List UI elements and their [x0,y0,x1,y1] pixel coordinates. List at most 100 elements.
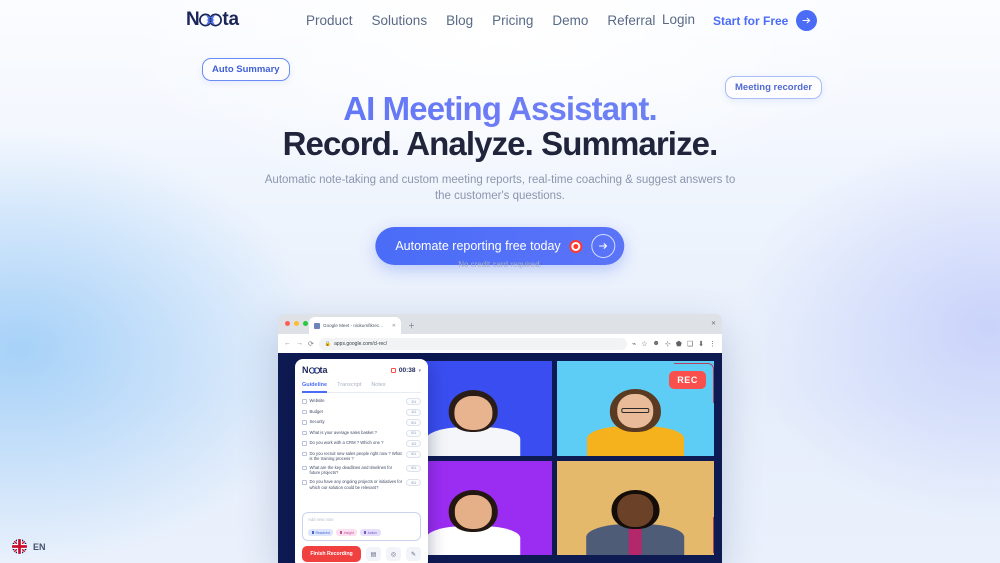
browser-nav-icons: ← → ⟳ [284,340,314,348]
reload-icon[interactable]: ⟳ [308,340,314,348]
browser-url-bar: ← → ⟳ 🔒 apps.google.com/cl-rec/ ⌁ ☆ ☻ ⊹ … [278,334,722,353]
tab-notes[interactable]: Notes [371,382,385,388]
checkbox-icon[interactable] [302,409,307,414]
trash-icon[interactable]: ▤ [366,547,381,561]
checklist-item[interactable]: What is your average sales basket ? 0/1 [302,429,421,437]
checklist-item[interactable]: Budget 1/1 [302,408,421,416]
nav-item-referral[interactable]: Referral [607,12,655,30]
guideline-checklist: Website 1/1 Budget 1/1 Security 0/1 What… [302,398,421,512]
plus-icon[interactable]: ＋ [408,321,415,331]
finish-recording-button[interactable]: Finish Recording [302,546,361,562]
tab-guideline[interactable]: Guideline [302,382,328,393]
checklist-item-tag: 0/1 [406,479,421,487]
checkbox-icon[interactable] [302,451,307,456]
nav-item-solutions[interactable]: Solutions [372,12,428,30]
brand-logo[interactable]: N ta [186,10,239,29]
recording-timer[interactable]: 00:38 ▾ [390,367,421,374]
app-icon[interactable]: ⬟ [676,340,682,348]
checklist-item-text: Security [309,419,325,424]
menu-icon[interactable]: ⋮ [709,340,716,348]
checkbox-icon[interactable] [302,441,307,446]
tab-favicon-icon [314,322,320,329]
video-tile[interactable] [557,460,714,555]
brand-logo-prefix: N [186,9,200,30]
checklist-item[interactable]: Do you recruit new sales people right no… [302,450,421,462]
language-selector[interactable]: EN [12,539,46,554]
top-navigation: N ta Product Solutions Blog Pricing Demo… [0,0,1000,41]
window-icon[interactable]: ❏ [687,340,693,348]
star-icon [339,531,343,534]
note-chips: Resolved Insight Action [308,529,415,536]
checklist-item-text: What are the key deadlines and timelines… [309,464,393,476]
chevron-down-icon[interactable]: ▾ [418,368,421,374]
arrow-right-icon [591,234,616,258]
checkbox-icon[interactable] [302,465,307,471]
checklist-item-text: What is your average sales basket ? [309,429,378,435]
checklist-item-tag: 0/1 [406,429,421,437]
camera-icon[interactable]: ◎ [386,547,401,561]
url-input[interactable]: 🔒 apps.google.com/cl-rec/ [318,337,627,350]
stop-icon[interactable] [390,368,396,373]
start-for-free-button[interactable]: Start for Free [713,10,818,31]
note-chip-action[interactable]: Action [360,529,381,536]
dna-helix-icon [308,367,320,374]
nav-item-product[interactable]: Product [306,12,353,30]
noota-side-panel: N ta 00:38 ▾ Guideline Transcript Notes … [295,359,428,563]
badge-auto-summary: Auto Summary [202,58,290,81]
hero-subtitle: Automatic note-taking and custom meeting… [264,174,736,202]
badge-meeting-recorder: Meeting recorder [725,76,823,99]
nav-item-pricing[interactable]: Pricing [492,12,533,30]
dna-helix-icon [199,13,223,27]
checklist-item-tag: 1/1 [406,440,421,447]
checkbox-icon[interactable] [302,480,307,485]
url-text: apps.google.com/cl-rec/ [334,340,388,347]
timer-value: 00:38 [398,367,416,374]
checkbox-icon[interactable] [302,399,307,404]
close-icon[interactable]: ✕ [711,320,716,327]
close-icon[interactable]: ✕ [392,323,396,329]
note-chip-resolved[interactable]: Resolved [308,529,334,536]
edit-icon[interactable]: ✎ [406,547,421,561]
browser-tab[interactable]: Google Meet - niokumfikrec... ✕ [309,317,401,334]
hero-title-line2: Record. Analyze. Summarize. [282,125,719,162]
bookmark-icon[interactable]: ☆ [641,340,647,348]
brand-logo-suffix: ta [222,9,239,30]
checklist-item-text: Do you recruit new sales people right no… [309,450,402,461]
nav-item-blog[interactable]: Blog [446,12,473,30]
checklist-item-tag: 0/1 [406,419,421,426]
add-note-box[interactable]: Add new note Resolved Insight Action [302,512,421,541]
arrow-right-icon[interactable]: → [296,340,303,347]
checklist-item-text: Do you work with a CRM ? Which one ? [309,440,384,445]
browser-mockup: Google Meet - niokumfikrec... ✕ ＋ ✕ ← → … [278,314,722,563]
automate-reporting-label: Automate reporting free today [395,239,561,253]
window-controls[interactable] [285,321,308,326]
checklist-item-tag: 1/1 [406,408,421,416]
profile-icon[interactable]: ☻ [653,340,660,347]
download-icon[interactable]: ⬇ [698,340,704,348]
note-chip-insight[interactable]: Insight [336,529,358,536]
checklist-item[interactable]: What are the key deadlines and timelines… [302,464,421,476]
panel-brand-logo: N ta [302,366,328,375]
nav-item-demo[interactable]: Demo [552,12,588,30]
checklist-item[interactable]: Security 0/1 [302,419,421,426]
start-for-free-label: Start for Free [713,13,789,28]
share-icon[interactable]: ⌁ [632,340,636,348]
note-chip-label: Resolved [315,530,330,535]
tab-transcript[interactable]: Transcript [337,382,361,388]
checklist-item-tag: 0/1 [406,450,421,458]
checklist-item[interactable]: Website 1/1 [302,398,421,405]
language-code: EN [33,541,46,552]
arrow-left-icon[interactable]: ← [284,340,291,347]
rec-badge: REC [669,371,706,389]
checkbox-icon[interactable] [302,430,307,435]
checklist-item[interactable]: Do you work with a CRM ? Which one ? 1/1 [302,440,421,447]
lock-icon: 🔒 [324,340,332,347]
meeting-app-body: REC N ta 00:38 ▾ Guideline Transcript No… [278,353,722,563]
checkbox-icon[interactable] [302,420,307,425]
check-icon [311,531,314,534]
extensions-icon[interactable]: ⊹ [665,340,671,348]
uk-flag-icon [12,539,27,554]
checklist-item-text: Website [309,398,325,403]
checklist-item[interactable]: Do you have any ongoing projects or init… [302,479,421,490]
login-link[interactable]: Login [662,12,695,27]
